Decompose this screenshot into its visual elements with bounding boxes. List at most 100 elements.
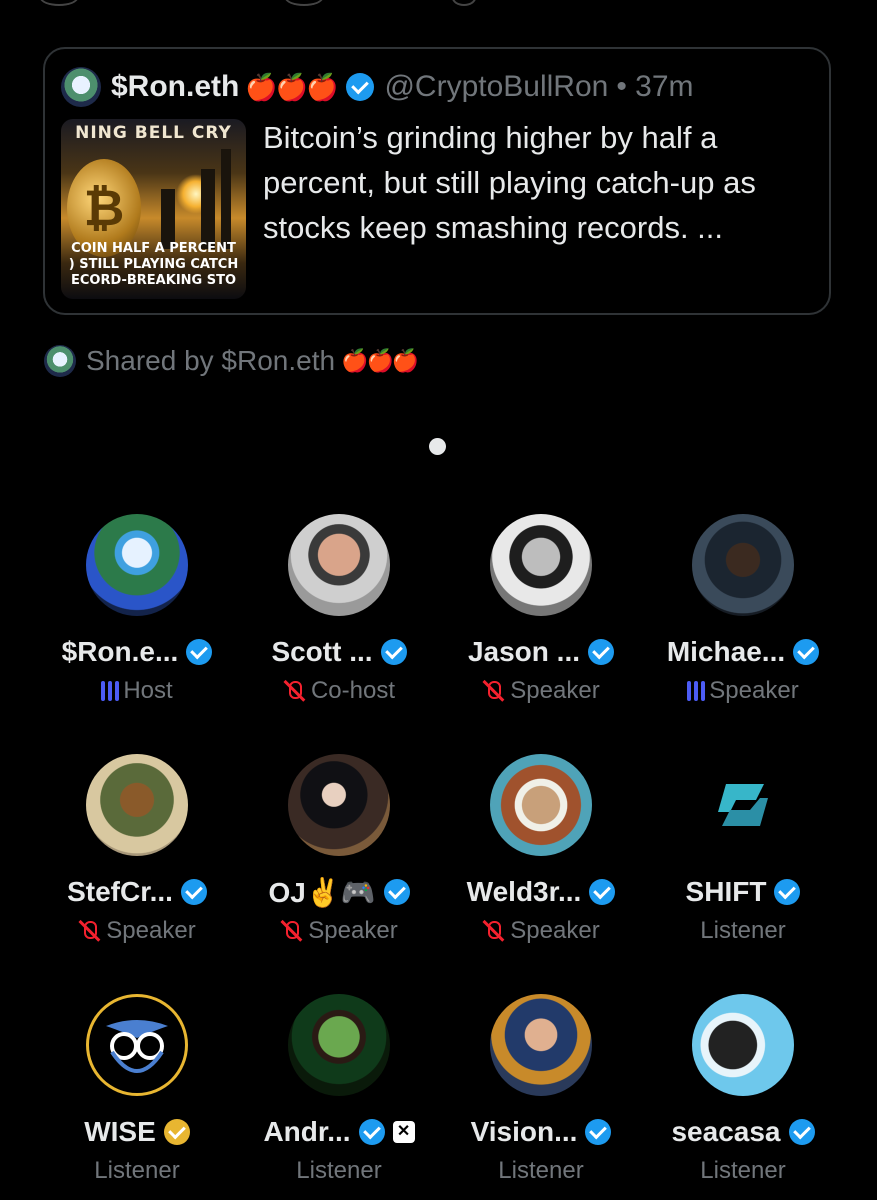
participant-tile[interactable]: Michae... Speaker xyxy=(642,510,844,710)
participant-role: Speaker xyxy=(709,677,799,704)
author-name[interactable]: $Ron.eth xyxy=(111,70,239,104)
participant-role-row: Listener xyxy=(238,1154,440,1188)
author-emojis: 🍎🍎🍎 xyxy=(245,71,338,102)
sharer-emojis: 🍎🍎🍎 xyxy=(341,348,419,373)
post-header: $Ron.eth 🍎🍎🍎 @CryptoBullRon • 37m xyxy=(61,67,819,107)
avatar[interactable] xyxy=(86,514,188,616)
cropped-previous-content xyxy=(0,0,877,10)
author-handle[interactable]: @CryptoBullRon xyxy=(384,70,608,104)
avatar[interactable] xyxy=(692,754,794,856)
mic-off-icon xyxy=(78,919,100,943)
participant-role-row: Co-host xyxy=(238,674,440,708)
participant-tile[interactable]: Jason ... Speaker xyxy=(440,510,642,710)
participant-role-row: Listener xyxy=(36,1154,238,1188)
participant-tile[interactable]: $Ron.e... Host xyxy=(36,510,238,710)
participant-tile[interactable]: Weld3r... Speaker xyxy=(440,750,642,950)
participant-role: Speaker xyxy=(308,917,398,944)
participant-tile[interactable]: Andr... ✕ Listener xyxy=(238,990,440,1190)
participant-role: Listener xyxy=(94,1157,180,1184)
shared-by-text: Shared by $Ron.eth xyxy=(86,345,336,376)
shift-logo-icon xyxy=(718,784,768,826)
verified-badge-icon xyxy=(589,879,616,905)
participant-name-row: Vision... xyxy=(440,1114,642,1150)
participant-name: Scott ... xyxy=(271,636,373,667)
participant-role-row: Listener xyxy=(642,914,844,948)
participant-role-row: Speaker xyxy=(238,914,440,948)
participant-name: Jason ... xyxy=(467,636,581,667)
verified-badge-icon xyxy=(383,879,410,905)
avatar[interactable] xyxy=(288,514,390,616)
participant-role-row: Speaker xyxy=(36,914,238,948)
avatar[interactable] xyxy=(288,994,390,1096)
verified-badge-icon xyxy=(380,639,407,665)
mic-off-icon xyxy=(482,919,504,943)
post-thumbnail[interactable]: NING BELL CRY ₿ COIN HALF A PERCENT ) ST… xyxy=(61,119,246,299)
pagination-dot[interactable] xyxy=(429,438,446,455)
participant-role: Listener xyxy=(296,1157,382,1184)
participant-role-row: Host xyxy=(36,674,238,708)
thumbnail-caption-line4: ECORD-BREAKING STO xyxy=(70,273,237,288)
participant-name: OJ✌️🎮 xyxy=(268,876,376,908)
participant-name-row: Andr... ✕ xyxy=(238,1114,440,1150)
verified-badge-icon xyxy=(346,73,375,101)
participant-name-row: OJ✌️🎮 xyxy=(238,874,440,910)
shared-by-line: Shared by $Ron.eth 🍎🍎🍎 xyxy=(44,344,419,378)
participant-name: $Ron.e... xyxy=(61,636,179,667)
participant-name-row: $Ron.e... xyxy=(36,634,238,670)
verified-badge-icon xyxy=(585,1119,612,1145)
participant-name-row: StefCr... xyxy=(36,874,238,910)
thumbnail-caption-top: NING BELL CRY xyxy=(75,123,232,143)
participant-name: seacasa xyxy=(671,1116,781,1147)
participant-role-row: Speaker xyxy=(440,914,642,948)
author-avatar[interactable] xyxy=(61,67,101,107)
participant-tile[interactable]: seacasa Listener xyxy=(642,990,844,1190)
verified-badge-icon xyxy=(793,639,820,665)
avatar[interactable] xyxy=(490,994,592,1096)
participant-role: Listener xyxy=(700,1157,786,1184)
participant-name: Andr... xyxy=(263,1116,351,1147)
verified-badge-icon xyxy=(588,639,615,665)
owl-logo-icon xyxy=(106,1020,168,1073)
avatar[interactable] xyxy=(490,754,592,856)
participant-role: Listener xyxy=(498,1157,584,1184)
verified-gold-badge-icon xyxy=(163,1119,190,1145)
participant-role: Speaker xyxy=(106,917,196,944)
speaking-bars-icon xyxy=(101,681,120,701)
affiliate-icon: ✕ xyxy=(392,1121,415,1143)
mic-off-icon xyxy=(283,679,305,703)
participant-tile[interactable]: WISE Listener xyxy=(36,990,238,1190)
participant-role: Listener xyxy=(700,917,786,944)
shared-post-card[interactable]: $Ron.eth 🍎🍎🍎 @CryptoBullRon • 37m NING B… xyxy=(43,47,831,315)
avatar[interactable] xyxy=(86,754,188,856)
avatar[interactable] xyxy=(692,994,794,1096)
verified-badge-icon xyxy=(788,1119,815,1145)
participant-tile[interactable]: SHIFT Listener xyxy=(642,750,844,950)
thumbnail-caption-line2: COIN HALF A PERCENT xyxy=(71,241,236,256)
verified-badge-icon xyxy=(774,879,801,905)
speaking-bars-icon xyxy=(687,681,706,701)
participant-role-row: Speaker xyxy=(440,674,642,708)
post-time: • 37m xyxy=(616,70,694,103)
participant-tile[interactable]: OJ✌️🎮 Speaker xyxy=(238,750,440,950)
participant-name: Michae... xyxy=(666,636,786,667)
participant-name-row: SHIFT xyxy=(642,874,844,910)
participant-tile[interactable]: Vision... Listener xyxy=(440,990,642,1190)
avatar[interactable] xyxy=(692,514,794,616)
post-text[interactable]: Bitcoin’s grinding higher by half a perc… xyxy=(263,115,815,250)
participant-name: Vision... xyxy=(470,1116,578,1147)
participant-tile[interactable]: Scott ... Co-host xyxy=(238,510,440,710)
participant-role: Speaker xyxy=(510,917,600,944)
avatar[interactable] xyxy=(490,514,592,616)
participant-name-row: Michae... xyxy=(642,634,844,670)
participant-role-row: Listener xyxy=(642,1154,844,1188)
avatar[interactable] xyxy=(86,994,188,1096)
participant-name: SHIFT xyxy=(685,876,767,907)
mic-off-icon xyxy=(482,679,504,703)
participant-name-row: Weld3r... xyxy=(440,874,642,910)
participant-role: Speaker xyxy=(510,677,600,704)
verified-badge-icon xyxy=(186,639,213,665)
participant-tile[interactable]: StefCr... Speaker xyxy=(36,750,238,950)
participant-role: Host xyxy=(123,677,173,704)
participant-role-row: Listener xyxy=(440,1154,642,1188)
avatar[interactable] xyxy=(288,754,390,856)
